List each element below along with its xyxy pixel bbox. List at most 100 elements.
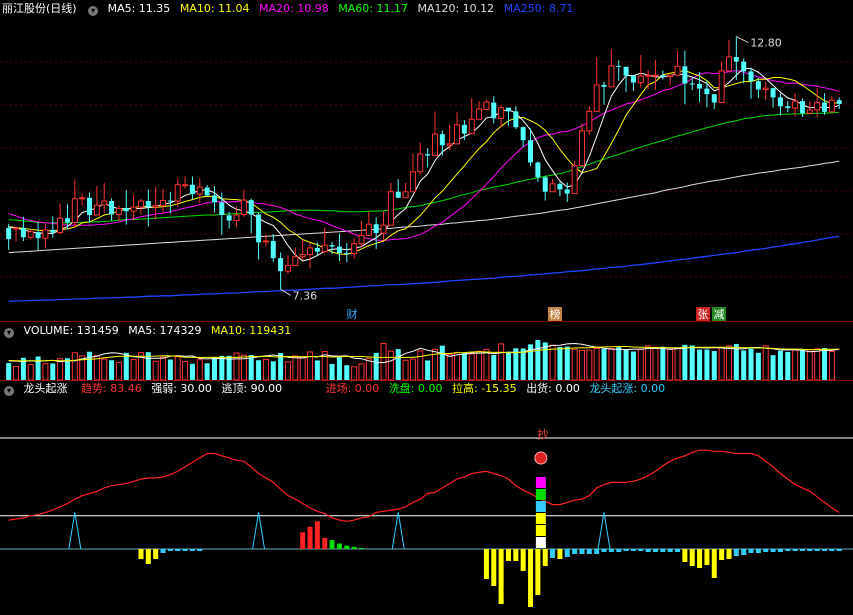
volume-bar-up [284, 361, 291, 381]
candle-body-up [814, 102, 821, 111]
volume-bar-up [674, 347, 681, 381]
volume-bar-down [189, 363, 195, 380]
volume-bar-up [454, 351, 461, 381]
volume-bar-up [262, 358, 269, 381]
candle-body-down [616, 65, 622, 67]
pullup-bar [689, 549, 695, 566]
volume-bar-up [645, 345, 652, 381]
volume-bar-up [593, 347, 600, 381]
candle-body-up [182, 184, 189, 187]
pullup-bar [814, 549, 820, 551]
volume-bar-down [785, 351, 791, 380]
pullup-bar [505, 549, 511, 561]
candle-body-up [115, 207, 122, 215]
pullup-bar [807, 549, 813, 551]
signal-stack-block [535, 513, 546, 524]
candle-body-down [542, 177, 548, 192]
volume-bar-down [6, 363, 12, 380]
candle-body-up [578, 130, 585, 167]
pullup-bar [594, 549, 600, 554]
pullup-bar [175, 549, 181, 551]
candle-body-up [152, 205, 159, 208]
wash-bar [336, 543, 342, 549]
pullup-bar [491, 549, 497, 586]
candle-body-up [299, 253, 306, 258]
pullup-bar [138, 549, 144, 559]
pullup-bar [572, 549, 578, 554]
volume-bar-down [777, 350, 783, 380]
candle-body-down [109, 201, 115, 215]
volume-bar-down [799, 349, 805, 380]
volume-bar-up [725, 345, 732, 381]
volume-bar-down [204, 363, 210, 380]
candle-body-down [711, 94, 717, 103]
volume-bar-down [314, 360, 320, 380]
candle-body-down [50, 229, 56, 233]
candle-body-up [137, 200, 144, 208]
candle-body-down [785, 106, 791, 109]
candle-body-down [733, 57, 739, 62]
candle-body-up [380, 224, 387, 234]
pullup-bar [513, 549, 519, 561]
signal-stack-block [535, 537, 546, 548]
wash-bar [358, 547, 364, 549]
pullup-bar [564, 549, 570, 557]
volume-bar-down [689, 345, 695, 380]
candle-body-up [57, 217, 64, 234]
candle-body-down [748, 71, 754, 82]
volume-bar-down [167, 359, 173, 380]
pullup-bar [498, 549, 504, 604]
high-pointer [736, 36, 749, 44]
wash-bar [329, 540, 335, 549]
volume-bar-down [755, 352, 761, 380]
candle-body-down [836, 100, 842, 104]
dragon-spike [597, 512, 611, 550]
volume-bar-down [770, 355, 776, 380]
candle-body-up [593, 84, 600, 112]
candle-body-up [130, 206, 137, 212]
dragon-spike [68, 512, 82, 550]
volume-bar-down [557, 346, 563, 380]
candle-body-up [454, 124, 461, 145]
volume-bar-down [564, 346, 570, 380]
high-price-label: 12.80 [750, 37, 782, 50]
pullup-bar [535, 549, 541, 595]
candle-body-down [145, 201, 151, 208]
volume-bar-down [491, 355, 497, 380]
candle-body-up [431, 133, 438, 156]
volume-bar-down [211, 357, 217, 380]
candle-body-down [6, 227, 12, 240]
volume-bar-down [395, 349, 401, 380]
event-marker-1: 榜 [550, 307, 561, 321]
candle-body-down [248, 200, 254, 215]
wash-bar [322, 537, 328, 549]
candle-body-down [697, 83, 703, 89]
candle-body-up [262, 240, 269, 243]
volume-bar-down [535, 340, 541, 380]
candle-body-down [211, 195, 217, 203]
candle-body-up [828, 99, 835, 113]
volume-bar-up [292, 355, 299, 381]
candle-body-up [762, 87, 769, 91]
candle-body-down [623, 66, 629, 76]
stock-chart-canvas[interactable]: 12.80 7.36 财 榜 张减抄 [0, 0, 853, 615]
signal-stack-block [535, 525, 546, 536]
volume-bar-down [630, 351, 636, 380]
candle-body-up [446, 143, 453, 146]
candle-body-down [520, 127, 526, 141]
pullup-bar [755, 549, 761, 553]
candle-body-up [792, 100, 799, 109]
volume-bar-down [123, 352, 129, 380]
candle-body-down [704, 88, 710, 95]
volume-bar-down [748, 348, 754, 380]
pullup-bar [167, 549, 173, 551]
pullup-bar [645, 549, 651, 552]
volume-bar-up [446, 354, 453, 381]
pullup-bar [197, 549, 203, 551]
volume-bar-down [623, 349, 629, 380]
candle-body-down [64, 218, 70, 223]
pullup-bar [579, 549, 585, 554]
volume-bar-up [130, 359, 137, 381]
volume-bar-down [425, 360, 431, 380]
pullup-bar [608, 549, 614, 552]
